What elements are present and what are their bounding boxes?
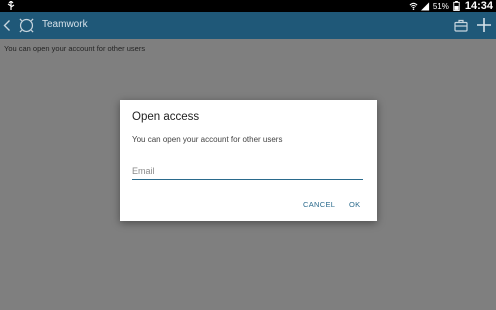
- app-bar: Teamwork: [0, 12, 496, 39]
- status-indicators: 51% 14:34: [409, 0, 493, 12]
- back-icon[interactable]: [3, 19, 11, 32]
- cancel-button[interactable]: CANCEL: [303, 200, 335, 209]
- email-field[interactable]: [132, 163, 363, 180]
- signal-icon: [420, 2, 429, 11]
- status-bar: 51% 14:34: [0, 0, 496, 12]
- plus-icon[interactable]: [476, 17, 492, 33]
- usb-icon: [7, 1, 15, 10]
- battery-percent: 51%: [432, 1, 449, 11]
- ok-button[interactable]: OK: [349, 200, 360, 209]
- open-access-dialog: Open access You can open your account fo…: [120, 100, 377, 221]
- dialog-title: Open access: [132, 111, 200, 123]
- briefcase-icon[interactable]: [454, 19, 468, 32]
- battery-icon: [453, 1, 460, 11]
- wifi-icon: [409, 2, 418, 11]
- status-clock: 14:34: [464, 0, 493, 12]
- dialog-message: You can open your account for other user…: [132, 135, 283, 144]
- app-title: Teamwork: [42, 19, 88, 30]
- app-logo-icon[interactable]: [18, 17, 35, 34]
